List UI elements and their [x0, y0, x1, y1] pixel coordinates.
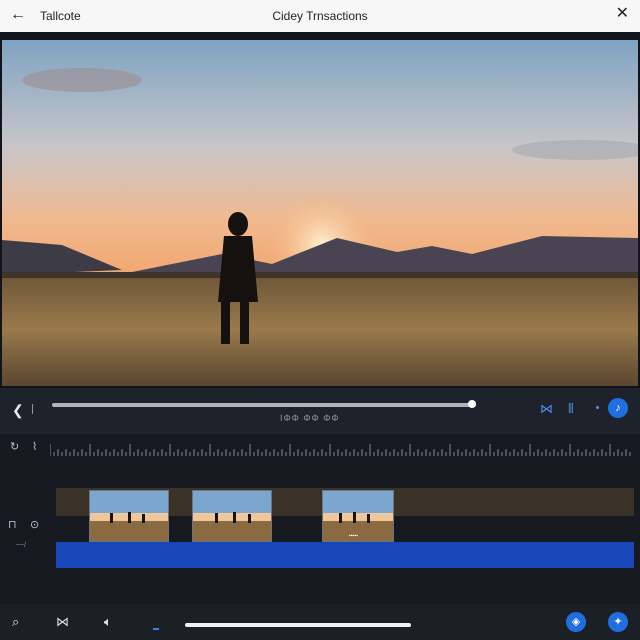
audio-track[interactable]: [56, 542, 634, 568]
magic-icon[interactable]: ✦: [608, 612, 628, 632]
in-marker: [32, 404, 33, 414]
split-icon[interactable]: ⊓: [8, 518, 17, 531]
rotate-icon[interactable]: ↻: [10, 440, 19, 453]
scrub-bar[interactable]: [52, 403, 476, 407]
bottom-toolbar: ⌕ ⋈ 🔈︎ ◈ ✦: [0, 604, 640, 640]
home-indicator[interactable]: [185, 623, 411, 627]
clip-2[interactable]: [192, 490, 272, 542]
dot-icon: [596, 406, 599, 409]
search-icon[interactable]: ⌕: [12, 614, 19, 630]
timeline: ↻ ⌇ ⊓ ⊙ ▪▪▪▪▪ ~~/: [0, 434, 640, 604]
shield-icon[interactable]: ◈: [566, 612, 586, 632]
close-icon[interactable]: ✕: [616, 6, 629, 22]
clip-1[interactable]: [89, 490, 169, 542]
timecode: ΙΦΦ ΦΦ ΦΦ: [280, 413, 340, 423]
clip-3[interactable]: ▪▪▪▪▪: [322, 490, 394, 542]
clip-thumbnail: [193, 491, 271, 541]
scrub-handle[interactable]: [467, 400, 476, 408]
project-title: Cidey Trnsactions: [272, 9, 368, 23]
video-preview[interactable]: [2, 40, 638, 386]
preview-image: [2, 40, 638, 386]
track-label: ~~/: [16, 542, 27, 549]
bars-icon[interactable]: ⦀: [568, 401, 574, 417]
transition-icon[interactable]: ⋈: [56, 614, 69, 630]
volume-icon[interactable]: 🔈︎: [104, 614, 112, 630]
clip-caption: ▪▪▪▪▪: [349, 533, 358, 539]
skip-back-icon[interactable]: ❮: [12, 402, 24, 419]
timeline-ruler[interactable]: [50, 442, 635, 456]
marker-icon[interactable]: ⌇: [32, 440, 37, 453]
clip-thumbnail: ▪▪▪▪▪: [323, 491, 393, 541]
audio-circle-icon[interactable]: ♪: [608, 398, 628, 418]
bowtie-icon[interactable]: ⋈: [540, 401, 553, 417]
page-indicator: [153, 628, 159, 630]
transport-bar: ❮ ΙΦΦ ΦΦ ΦΦ ⋈ ⦀ ♪: [0, 388, 640, 434]
top-bar: ← Tallcote Cidey Trnsactions ✕: [0, 0, 640, 32]
clip-thumbnail: [90, 491, 168, 541]
link-icon[interactable]: ⊙: [30, 518, 39, 531]
